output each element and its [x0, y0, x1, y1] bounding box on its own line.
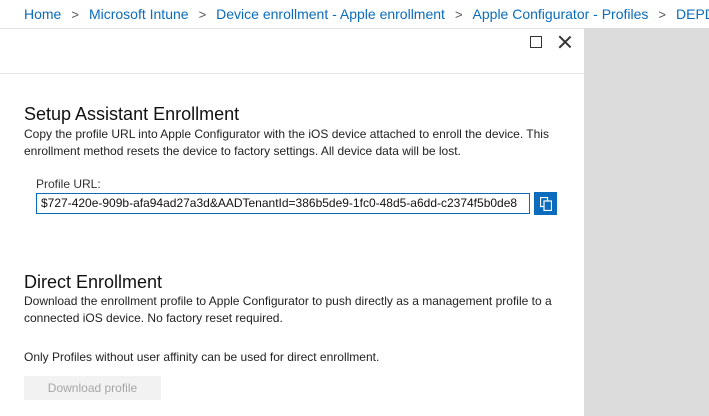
breadcrumb-apple-configurator-profiles[interactable]: Apple Configurator - Profiles: [473, 6, 649, 22]
breadcrumb-separator: >: [658, 6, 666, 22]
profile-url-label: Profile URL:: [36, 177, 101, 191]
breadcrumb: Home > Microsoft Intune > Device enrollm…: [0, 0, 709, 28]
download-profile-button[interactable]: Download profile: [24, 376, 161, 400]
setup-assistant-description: Copy the profile URL into Apple Configur…: [24, 127, 549, 158]
maximize-icon[interactable]: [530, 36, 542, 48]
breadcrumb-separator: >: [198, 6, 207, 22]
breadcrumb-home[interactable]: Home: [24, 6, 61, 22]
breadcrumb-separator: >: [454, 6, 463, 22]
close-icon[interactable]: [558, 35, 572, 49]
direct-enrollment-note: Only Profiles without user affinity can …: [24, 350, 380, 364]
enrollment-blade: Setup Assistant Enrollment Copy the prof…: [0, 28, 584, 416]
setup-assistant-title: Setup Assistant Enrollment: [24, 104, 240, 124]
blade-controls: [530, 35, 572, 49]
copy-icon: [539, 196, 552, 211]
profile-url-value: $727-420e-909b-afa94ad27a3d&AADTenantId=…: [41, 196, 518, 210]
breadcrumb-separator: >: [71, 6, 79, 22]
background-panel: [584, 28, 709, 416]
profile-url-field[interactable]: $727-420e-909b-afa94ad27a3d&AADTenantId=…: [36, 193, 530, 214]
breadcrumb-microsoft-intune[interactable]: Microsoft Intune: [89, 6, 189, 22]
divider: [0, 73, 584, 74]
direct-enrollment-title: Direct Enrollment: [24, 272, 163, 292]
breadcrumb-depdevices[interactable]: DEPDevices: [676, 6, 709, 22]
copy-url-button[interactable]: [534, 192, 557, 215]
breadcrumb-device-enrollment[interactable]: Device enrollment - Apple enrollment: [216, 6, 445, 22]
direct-enrollment-description: Download the enrollment profile to Apple…: [24, 294, 552, 325]
